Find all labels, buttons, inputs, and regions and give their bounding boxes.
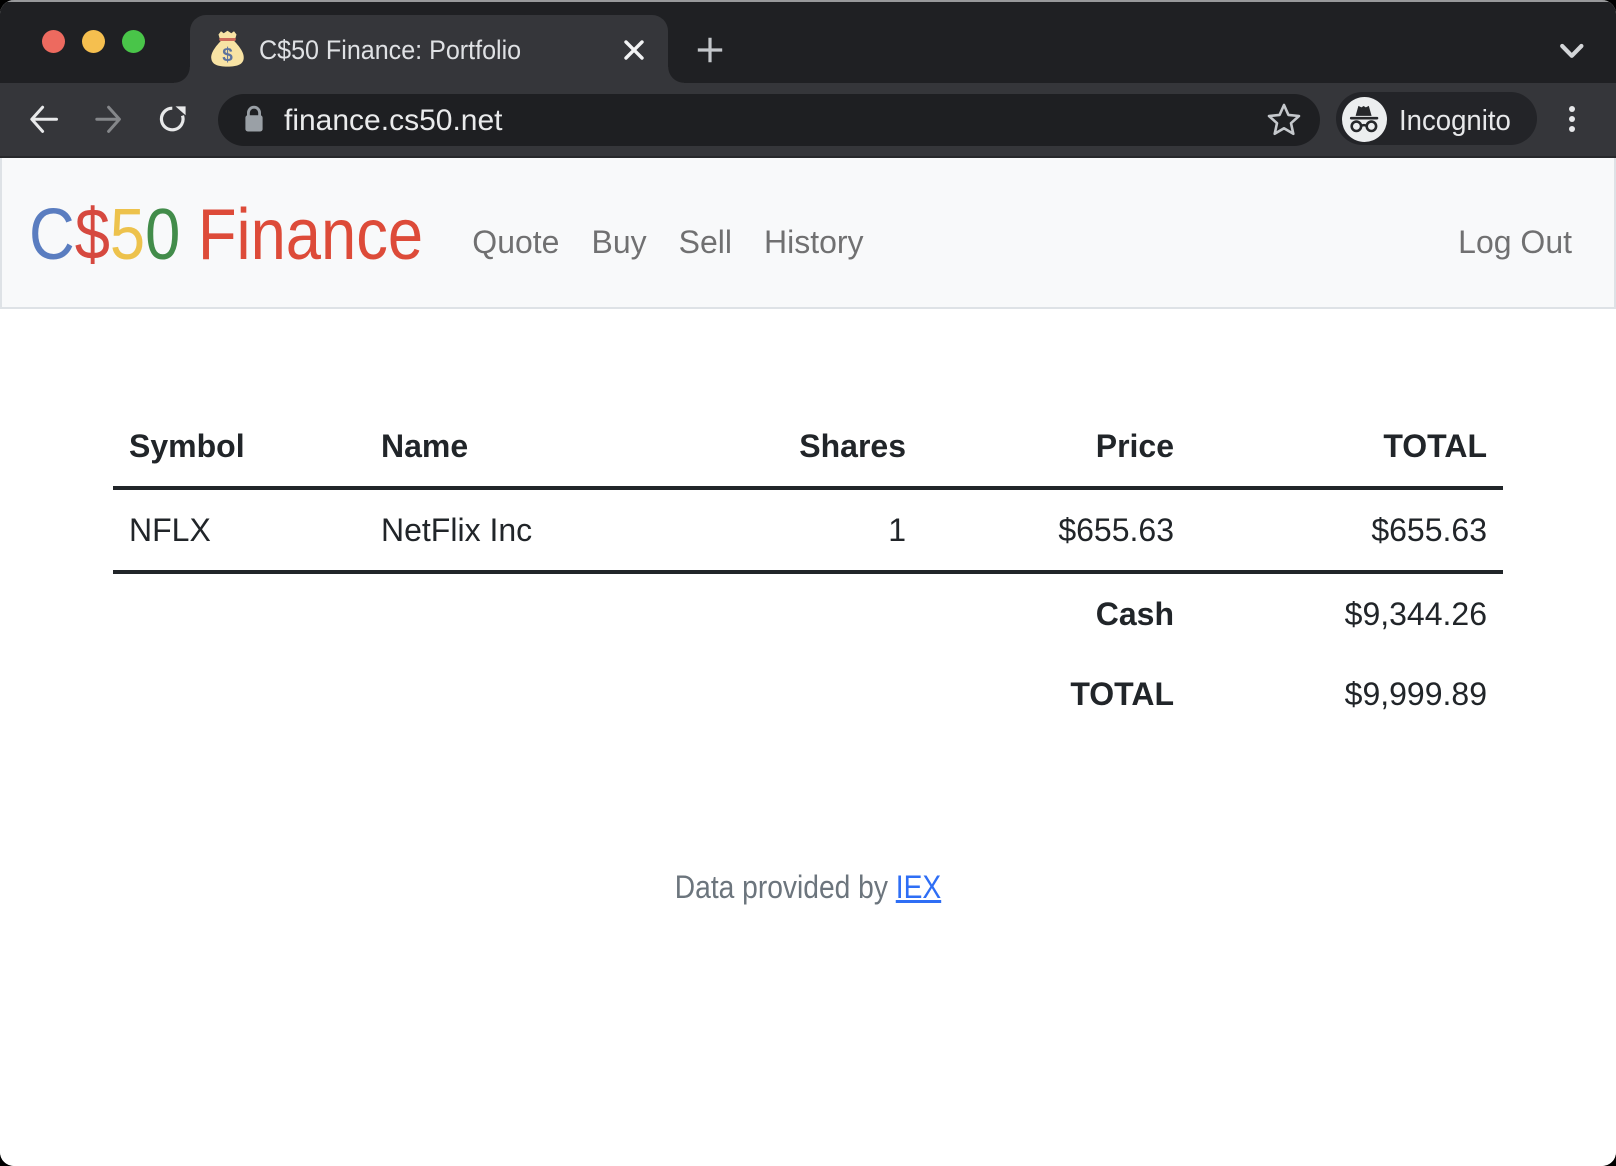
svg-text:$: $ xyxy=(222,45,233,66)
